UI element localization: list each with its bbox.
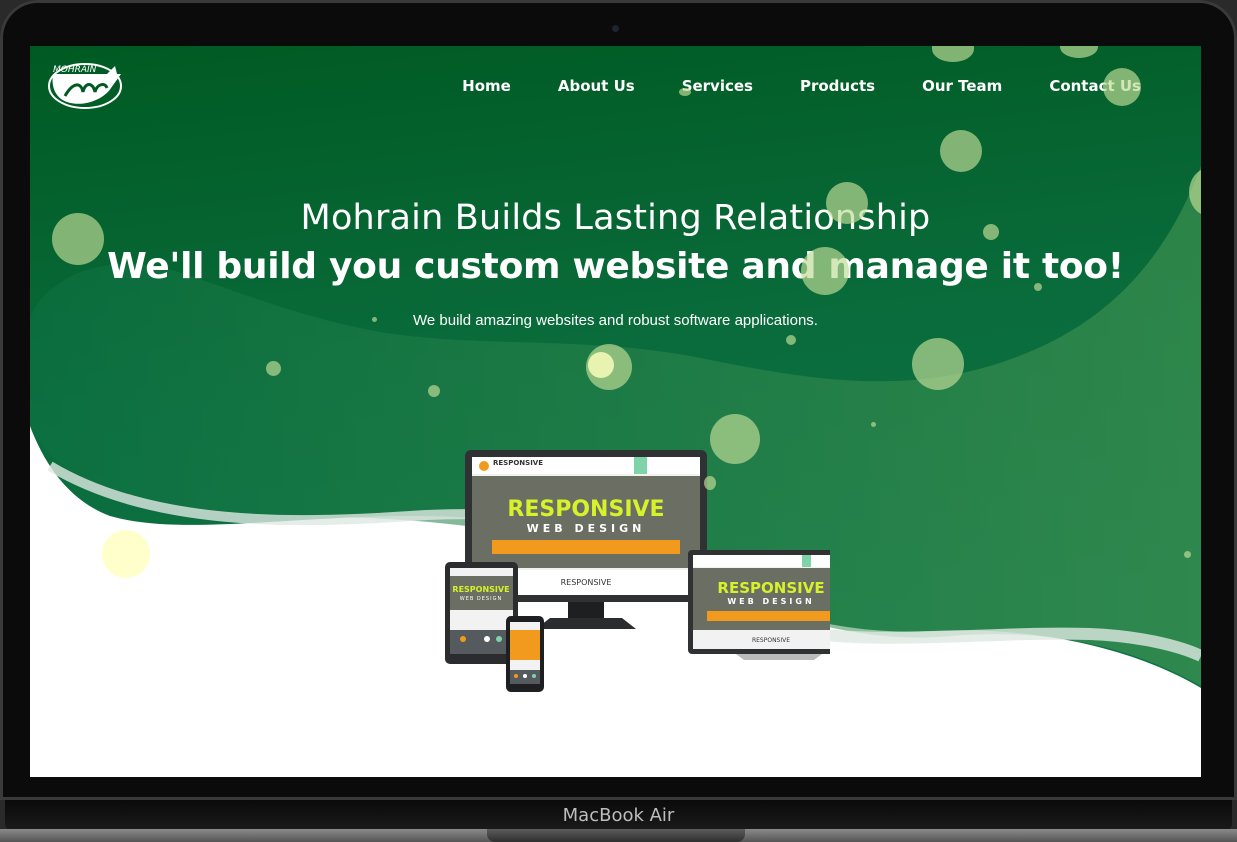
nav-about-us[interactable]: About Us	[558, 77, 635, 95]
phone-device	[506, 616, 544, 692]
decor-bubble	[266, 361, 281, 376]
decor-bubble	[1034, 283, 1042, 291]
decor-bubble	[1103, 68, 1141, 106]
svg-text:RESPONSIVE: RESPONSIVE	[507, 497, 664, 522]
decor-bubble	[710, 414, 760, 464]
laptop-base-notch	[487, 829, 745, 842]
svg-text:RESPONSIVE: RESPONSIVE	[717, 579, 824, 597]
decor-bubble	[871, 422, 876, 427]
decor-bubble	[801, 247, 849, 295]
svg-text:RESPONSIVE: RESPONSIVE	[493, 459, 543, 467]
website-screen: MOHRAIN Home About Us Services Products …	[30, 46, 1201, 777]
decor-bubble	[940, 130, 982, 172]
nav-services[interactable]: Services	[682, 77, 753, 95]
responsive-devices-illustration: RESPONSIVE RESPONSIVE WEB DESIGN RESPONS…	[445, 450, 830, 692]
laptop-device: RESPONSIVE WEB DESIGN RESPONSIVE	[688, 550, 830, 660]
nav-home[interactable]: Home	[462, 77, 511, 95]
decor-bubble	[52, 213, 104, 265]
decor-bubble	[428, 385, 440, 397]
camera-icon	[612, 25, 619, 32]
mohrain-logo[interactable]: MOHRAIN	[45, 52, 125, 114]
decor-bubble	[1184, 551, 1191, 558]
nav-our-team[interactable]: Our Team	[922, 77, 1002, 95]
decor-bubble	[912, 338, 964, 390]
decor-bubble	[704, 476, 716, 490]
decor-bubble	[372, 317, 377, 322]
nav-products[interactable]: Products	[800, 77, 875, 95]
svg-text:WEB DESIGN: WEB DESIGN	[527, 522, 646, 535]
laptop-frame: MOHRAIN Home About Us Services Products …	[0, 0, 1237, 842]
decor-bubble	[588, 352, 614, 378]
svg-text:RESPONSIVE: RESPONSIVE	[561, 578, 612, 587]
svg-text:RESPONSIVE: RESPONSIVE	[752, 637, 790, 644]
hero-tagline: Mohrain Builds Lasting Relationship	[300, 198, 931, 238]
device-label: MacBook Air	[562, 805, 675, 826]
decor-bubble	[786, 335, 796, 345]
main-nav: Home About Us Services Products Our Team…	[415, 77, 1141, 95]
hero-subtext: We build amazing websites and robust sof…	[413, 312, 818, 329]
decor-bubble	[679, 88, 691, 96]
decor-bubble	[102, 530, 150, 578]
svg-text:RESPONSIVE: RESPONSIVE	[452, 585, 509, 594]
svg-text:WEB DESIGN: WEB DESIGN	[727, 597, 814, 606]
logo-text: MOHRAIN	[53, 65, 97, 75]
hero-headline: We'll build you custom website and manag…	[107, 246, 1124, 287]
decor-bubble	[826, 182, 868, 224]
svg-text:WEB DESIGN: WEB DESIGN	[460, 596, 502, 602]
decor-bubble	[983, 224, 999, 240]
